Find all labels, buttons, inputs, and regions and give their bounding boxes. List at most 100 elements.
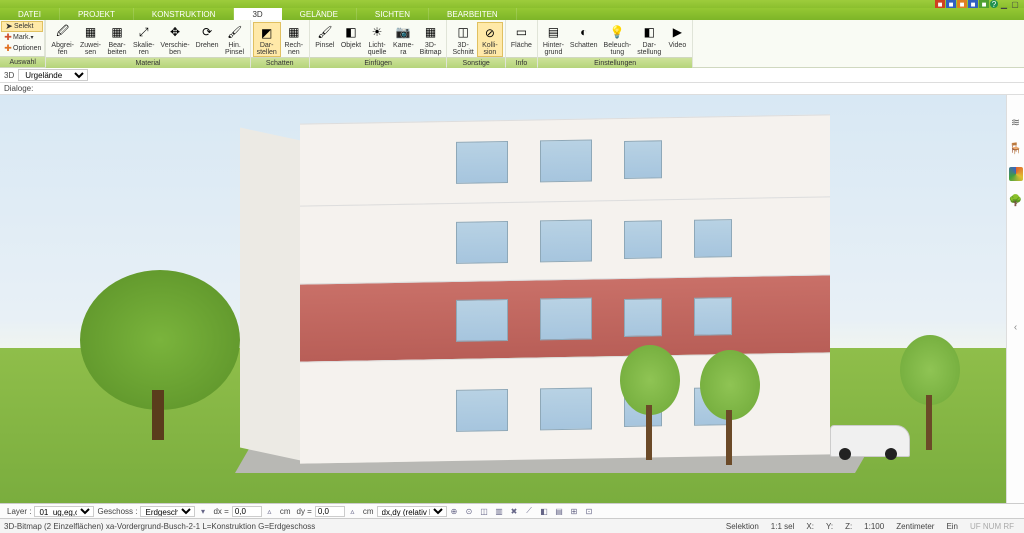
tab-datei[interactable]: DATEI — [0, 8, 60, 20]
tool-icon-2[interactable]: ⊙ — [463, 505, 476, 518]
tree-small — [900, 335, 960, 405]
kamera-button[interactable]: 📷Kame- ra — [390, 22, 417, 57]
drehen-button[interactable]: ⟳Drehen — [193, 22, 222, 57]
tab-sichten[interactable]: SICHTEN — [357, 8, 429, 20]
dy-input[interactable] — [315, 506, 345, 517]
mark-button[interactable]: ✚ Mark.▾ — [1, 32, 43, 43]
schatten-button[interactable]: ◐Schatten — [567, 22, 601, 57]
render-icon: ◧ — [640, 23, 658, 41]
beleuchtung-button[interactable]: 💡Beleuch- tung — [601, 22, 635, 57]
hinpinsel-button[interactable]: 🖌Hin. Pinsel — [222, 22, 248, 57]
3dbitmap-button[interactable]: ▦3D- Bitmap — [417, 22, 445, 57]
floor-4 — [300, 114, 830, 205]
tool-icon-6[interactable]: ⟋ — [523, 505, 536, 518]
viewport-3d[interactable] — [0, 95, 1006, 503]
shadow-icon: ◐ — [575, 23, 593, 41]
window — [540, 139, 592, 182]
titlebar-icon-3[interactable]: ■ — [957, 0, 967, 8]
pinsel-button[interactable]: 🖌Pinsel — [312, 22, 338, 57]
tool-icon-4[interactable]: ▥ — [493, 505, 506, 518]
brush-icon: 🖌 — [226, 23, 244, 41]
dx-input[interactable] — [232, 506, 262, 517]
group-schatten: Schatten — [251, 57, 309, 68]
tool-icon-5[interactable]: ✖ — [508, 505, 521, 518]
chevron-left-icon[interactable]: ‹ — [1014, 322, 1017, 333]
tab-3d[interactable]: 3D — [234, 8, 281, 20]
titlebar-icon-1[interactable]: ■ — [935, 0, 945, 8]
materials-icon[interactable] — [1009, 167, 1023, 181]
floor-2 — [300, 274, 830, 361]
verschieben-button[interactable]: ✥Verschie- ben — [157, 22, 192, 57]
minimize-icon[interactable]: ▁ — [999, 0, 1009, 8]
layer-select[interactable]: 01_ug,eg,og — [34, 506, 94, 517]
paint-icon: 🖌 — [316, 23, 334, 41]
tool-icon-10[interactable]: ⊡ — [583, 505, 596, 518]
mode-label: 3D — [4, 71, 14, 80]
tool-icon-3[interactable]: ◫ — [478, 505, 491, 518]
tool-icon-7[interactable]: ◧ — [538, 505, 551, 518]
status-caps: UF NUM RF — [970, 522, 1014, 531]
skalieren-button[interactable]: ⤢Skalie- ren — [130, 22, 157, 57]
flaeche-button[interactable]: ▭Fläche — [508, 22, 535, 57]
objekt-button[interactable]: ◧Objekt — [338, 22, 364, 57]
zuweisen-button[interactable]: ▦Zuwei- sen — [77, 22, 104, 57]
status-text: 3D-Bitmap (2 Einzelflächen) xa-Vordergru… — [4, 522, 315, 531]
help-icon[interactable]: ? — [990, 0, 998, 8]
geschoss-select[interactable]: Erdgeschos — [140, 506, 195, 517]
status-bar: 3D-Bitmap (2 Einzelflächen) xa-Vordergru… — [0, 518, 1024, 533]
tree-small — [620, 345, 680, 415]
terrain-select[interactable]: Urgelände — [18, 69, 88, 81]
display-icon: ◩ — [258, 24, 276, 41]
selekt-button[interactable]: ➤ Selekt — [1, 21, 43, 32]
titlebar-icon-5[interactable]: ■ — [979, 0, 989, 8]
furniture-icon[interactable]: 🪑 — [1009, 141, 1023, 155]
tab-projekt[interactable]: PROJEKT — [60, 8, 134, 20]
status-selektion: Selektion — [726, 522, 759, 531]
ribbon: ➤ Selekt ✚ Mark.▾ ✚ Optionen Auswahl 🖉Ab… — [0, 20, 1024, 68]
titlebar-icon-4[interactable]: ■ — [968, 0, 978, 8]
bearbeiten-button[interactable]: ▦Bear- beiten — [104, 22, 130, 57]
stepper-down-icon[interactable]: ▾ — [196, 505, 209, 518]
object-icon: ◧ — [342, 23, 360, 41]
window — [540, 219, 592, 262]
tab-gelaende[interactable]: GELÄNDE — [282, 8, 357, 20]
kollision-button[interactable]: ⊘Kolli- sion — [477, 22, 503, 57]
dx-stepper-icon[interactable]: ▵ — [263, 505, 276, 518]
group-einfuegen: Einfügen — [310, 57, 447, 68]
dy-stepper-icon[interactable]: ▵ — [346, 505, 359, 518]
rechnen-button[interactable]: ▦Rech- nen — [281, 22, 307, 57]
dialoge-label: Dialoge: — [0, 83, 1024, 95]
area-icon: ▭ — [512, 23, 530, 41]
darstellung-button[interactable]: ◧Dar- stellung — [634, 22, 664, 57]
status-ein: Ein — [946, 522, 958, 531]
titlebar-icon-2[interactable]: ■ — [946, 0, 956, 8]
video-icon: ▶ — [668, 23, 686, 41]
video-button[interactable]: ▶Video — [664, 22, 690, 57]
relative-select[interactable]: dx,dy (relativ ka — [377, 506, 447, 517]
window — [624, 140, 662, 179]
tool-icon-1[interactable]: ⊕ — [448, 505, 461, 518]
3dschnitt-button[interactable]: ◫3D- Schnitt — [449, 22, 476, 57]
group-auswahl: Auswahl — [0, 56, 45, 67]
lichtquelle-button[interactable]: ☀Licht- quelle — [364, 22, 390, 57]
menu-tabs: DATEI PROJEKT KONSTRUKTION 3D GELÄNDE SI… — [0, 8, 1024, 20]
hintergrund-button[interactable]: ▤Hinter- grund — [540, 22, 567, 57]
group-einstellungen: Einstellungen — [538, 57, 692, 68]
maximize-icon[interactable]: ▢ — [1010, 0, 1020, 8]
plants-icon[interactable]: 🌳 — [1009, 193, 1023, 207]
bitmap-icon: ▦ — [422, 23, 440, 41]
status-scale: 1:100 — [864, 522, 884, 531]
optionen-label: Optionen — [13, 45, 41, 52]
layers-icon[interactable]: ≋ — [1009, 115, 1023, 129]
status-y: Y: — [826, 522, 833, 531]
scale-icon: ⤢ — [135, 23, 153, 41]
tool-icon-9[interactable]: ⊞ — [568, 505, 581, 518]
window — [456, 140, 508, 183]
abgreifen-button[interactable]: 🖉Abgrei- fen — [48, 22, 77, 57]
group-sonstige: Sonstige — [447, 57, 504, 68]
tool-icon-8[interactable]: ▤ — [553, 505, 566, 518]
optionen-button[interactable]: ✚ Optionen — [1, 43, 43, 54]
tab-bearbeiten[interactable]: BEARBEITEN — [429, 8, 517, 20]
tab-konstruktion[interactable]: KONSTRUKTION — [134, 8, 235, 20]
darstellen-button[interactable]: ◩Dar- stellen — [253, 22, 281, 57]
